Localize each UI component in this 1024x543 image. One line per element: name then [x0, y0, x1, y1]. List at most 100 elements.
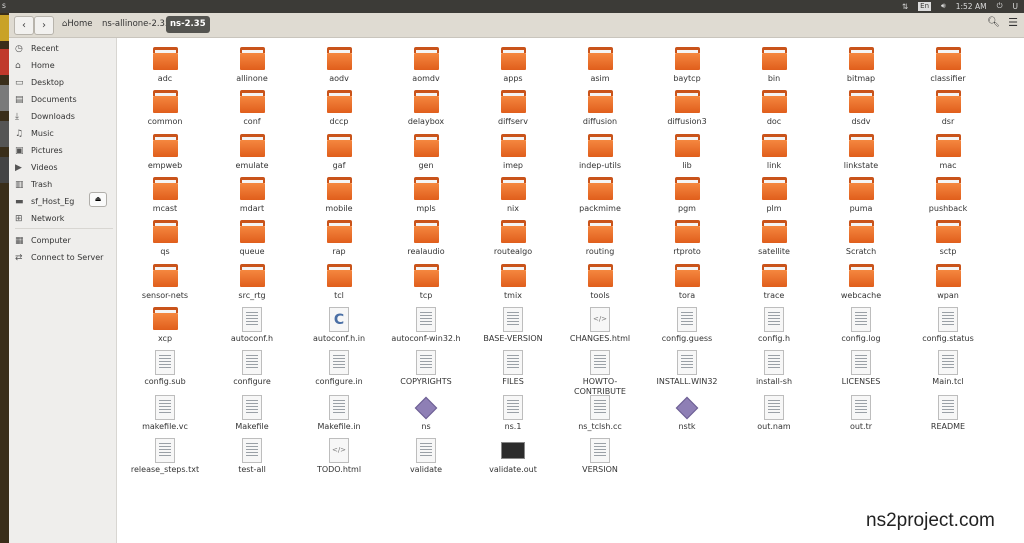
file-name: diffserv	[498, 117, 528, 126]
text-line	[246, 455, 258, 456]
text-line	[768, 367, 780, 368]
text-line	[507, 318, 519, 319]
text-line	[246, 324, 258, 325]
search-icon[interactable]: 🔍︎	[987, 17, 1000, 28]
sidebar-item-sf-host-eg[interactable]: ▬ sf_Host_Eg	[15, 194, 74, 209]
text-file-icon	[155, 438, 175, 463]
text-line	[159, 406, 171, 407]
folder-icon	[153, 264, 178, 287]
folder-icon	[588, 134, 613, 157]
sidebar-item-videos[interactable]: ▶ Videos	[15, 160, 58, 175]
sidebar-item-music[interactable]: ♫ Music	[15, 126, 54, 141]
home-icon: ⌂	[15, 60, 21, 71]
folder-icon	[240, 177, 265, 200]
text-line	[333, 412, 345, 413]
launcher-app-icon[interactable]	[0, 85, 9, 111]
sidebar-item-home[interactable]: ⌂ Home	[15, 58, 55, 73]
clock[interactable]: 1:52 AM	[956, 2, 987, 11]
text-line	[768, 318, 780, 319]
text-line	[420, 321, 432, 322]
launcher-app-icon[interactable]	[0, 157, 9, 183]
file-name: pgm	[678, 204, 696, 213]
eject-button[interactable]: ⏏	[89, 192, 107, 207]
text-line	[246, 358, 258, 359]
folder-body	[762, 96, 787, 113]
folder-icon	[762, 90, 787, 113]
folder-icon	[762, 264, 787, 287]
folder-body	[675, 270, 700, 287]
text-line	[855, 358, 867, 359]
folder-icon	[153, 134, 178, 157]
sidebar-item-trash[interactable]: ▥ Trash	[15, 177, 52, 192]
breadcrumb-parent[interactable]: ns-allinone-2.35	[98, 16, 174, 33]
file-name: dccp	[329, 117, 349, 126]
back-button[interactable]: ‹	[14, 16, 34, 35]
terminal-file-icon	[501, 442, 525, 459]
text-line	[246, 355, 258, 356]
breadcrumb-current[interactable]: ns-2.35	[166, 16, 210, 33]
file-name: satellite	[758, 247, 790, 256]
text-line	[159, 355, 171, 356]
text-line	[594, 364, 606, 365]
sidebar-item-label: sf_Host_Eg	[31, 197, 75, 206]
file-name: config.log	[841, 334, 881, 343]
folder-icon	[240, 47, 265, 70]
text-line	[594, 367, 606, 368]
folder-body	[240, 270, 265, 287]
sidebar-item-label: Videos	[31, 163, 58, 172]
desktop-icon: ▭	[15, 77, 24, 88]
folder-icon	[849, 134, 874, 157]
keyboard-language[interactable]: En	[918, 1, 931, 11]
folder-icon	[762, 47, 787, 70]
launcher-app-icon[interactable]	[0, 15, 9, 41]
volume-icon[interactable]: 🔊︎	[941, 1, 946, 11]
folder-body	[327, 226, 352, 243]
file-name: VERSION	[582, 465, 618, 474]
forward-button[interactable]: ›	[34, 16, 54, 35]
sidebar-item-downloads[interactable]: ⤓ Downloads	[15, 109, 75, 124]
text-line	[333, 364, 345, 365]
launcher-app-icon[interactable]	[0, 121, 9, 147]
folder-body	[327, 183, 352, 200]
folder-body	[588, 96, 613, 113]
sidebar-item-network[interactable]: ⊞ Network	[15, 211, 64, 226]
server-icon: ⇄	[15, 252, 23, 263]
file-name: rap	[332, 247, 346, 256]
text-line	[681, 361, 693, 362]
network-arrows-icon[interactable]: ⇅	[902, 2, 908, 11]
file-name: ns	[421, 422, 431, 431]
file-name: apps	[503, 74, 523, 83]
text-line	[855, 409, 867, 410]
file-name: rtproto	[673, 247, 701, 256]
sidebar-item-label: Downloads	[31, 112, 75, 121]
sidebar-item-recent[interactable]: ◷ Recent	[15, 41, 59, 56]
file-name: autoconf.h	[230, 334, 274, 343]
sidebar-item-computer[interactable]: ▦ Computer	[15, 233, 71, 248]
user-menu[interactable]: U	[1013, 2, 1019, 11]
file-name: routealgo	[493, 247, 533, 256]
file-name: out.tr	[849, 422, 873, 431]
power-icon[interactable]: ⏻	[997, 1, 1003, 11]
breadcrumb-home[interactable]: ⌂Home	[58, 16, 97, 33]
text-line	[594, 412, 606, 413]
text-line	[855, 324, 867, 325]
text-file-icon	[329, 395, 349, 420]
file-name: Main.tcl	[932, 377, 964, 386]
sidebar-item-desktop[interactable]: ▭ Desktop	[15, 75, 64, 90]
folder-body	[936, 226, 961, 243]
sidebar-item-pictures[interactable]: ▣ Pictures	[15, 143, 63, 158]
sidebar-item-documents[interactable]: ▤ Documents	[15, 92, 77, 107]
launcher-app-icon[interactable]	[0, 49, 9, 75]
text-line	[855, 315, 867, 316]
text-file-icon	[677, 307, 697, 332]
text-line	[594, 409, 606, 410]
text-line	[333, 361, 345, 362]
folder-icon	[588, 177, 613, 200]
text-file-icon	[590, 350, 610, 375]
text-file-icon	[590, 438, 610, 463]
file-name: mcast	[152, 204, 178, 213]
folder-icon	[327, 47, 352, 70]
menu-icon[interactable]: ☰	[1008, 16, 1018, 29]
executable-icon	[675, 396, 699, 420]
sidebar-item-connect-to-server[interactable]: ⇄ Connect to Server	[15, 250, 103, 265]
